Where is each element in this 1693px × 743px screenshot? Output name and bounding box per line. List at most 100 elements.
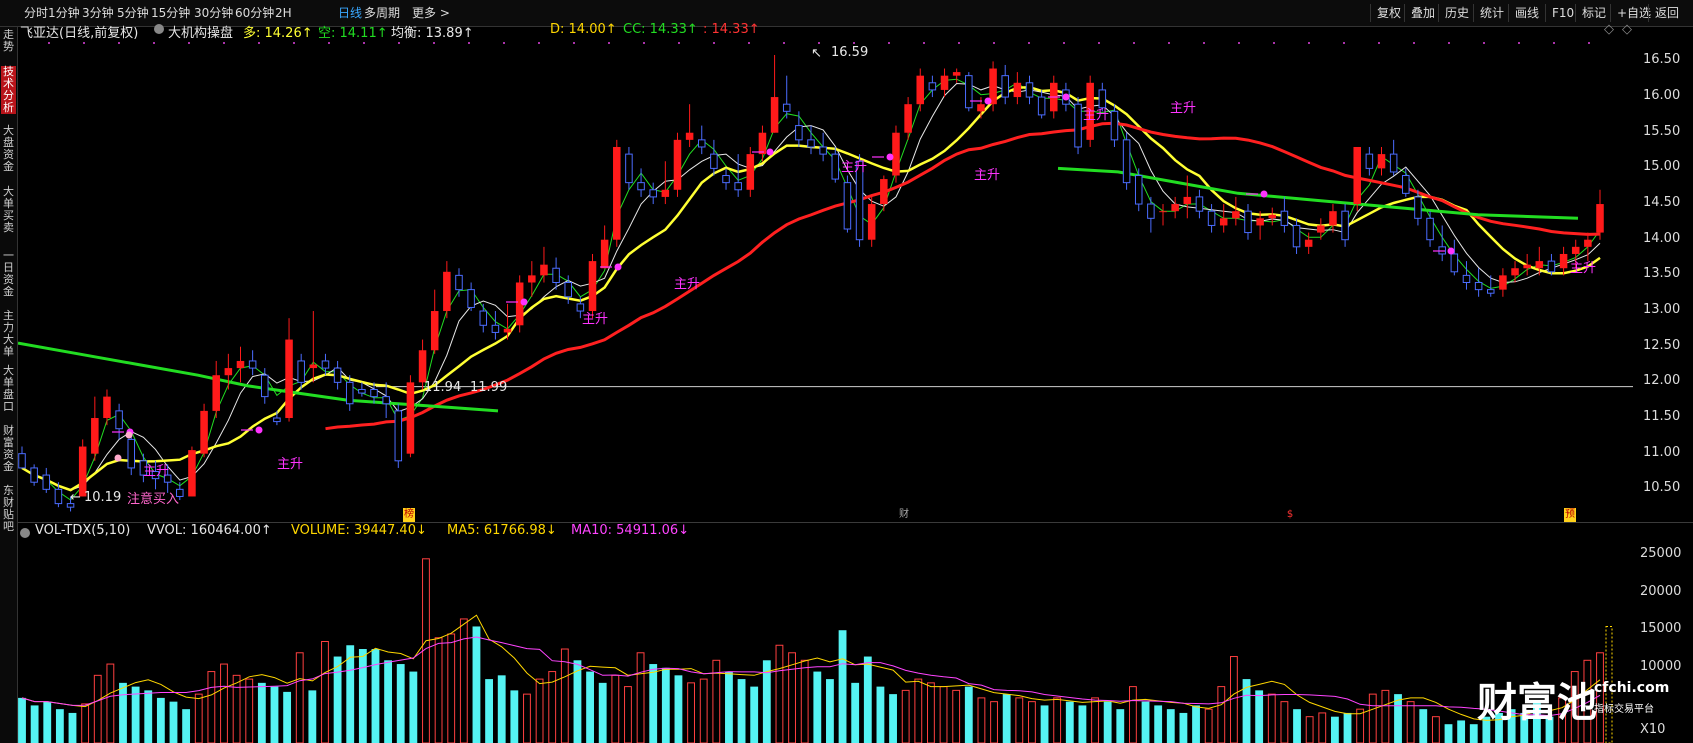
timeframe-6[interactable]: 60分钟 [235, 4, 274, 22]
volume-tick-label: 25000 [1640, 546, 1682, 562]
event-marker[interactable]: 财 [898, 508, 910, 522]
candle-body [952, 72, 961, 76]
sidebar-item-3[interactable]: 大单买卖 [1, 186, 16, 234]
event-marker[interactable]: 预 [1564, 508, 1576, 522]
signal-label: 主升 [841, 160, 868, 175]
sidebar-item-5[interactable]: 主力大单 [1, 310, 16, 358]
timeframe-5[interactable]: 30分钟 [194, 4, 233, 22]
event-marker[interactable]: $ [1284, 508, 1296, 522]
toolbar-button-1[interactable]: 叠加 [1404, 4, 1441, 22]
volume-bar [1065, 701, 1074, 743]
top-dot [818, 42, 820, 44]
cc-value: CC: 14.33↑ [623, 22, 698, 37]
toolbar-button-2[interactable]: 历史 [1438, 4, 1475, 22]
level-right-label: 11.99 [470, 380, 508, 395]
timeframe-4[interactable]: 15分钟 [151, 4, 190, 22]
top-dot [433, 42, 435, 44]
top-dot [1133, 42, 1135, 44]
toolbar-button-6[interactable]: 标记 [1575, 4, 1612, 22]
candle-body [200, 410, 208, 454]
top-dot [48, 42, 50, 44]
vol-indicator-name[interactable]: VOL-TDX(5,10) [35, 523, 130, 538]
volume-bar [1406, 701, 1415, 743]
sidebar-item-8[interactable]: 东财贴吧 [1, 485, 16, 533]
watermark-sub: 指标交易平台 [1594, 704, 1654, 715]
candle-body [1511, 268, 1519, 276]
candle-body [1389, 153, 1398, 173]
candle-body [1013, 82, 1022, 98]
collapse-icon[interactable]: ◇ [1622, 22, 1632, 37]
timeframe-10[interactable]: 更多 > [412, 4, 450, 22]
candle-body [685, 132, 694, 140]
indicator-toggle-icon[interactable] [154, 24, 164, 34]
candle-body [115, 410, 123, 430]
buy-dot [114, 454, 122, 462]
sidebar-item-7[interactable]: 财富资金 [1, 425, 16, 473]
toolbar-button-4[interactable]: 画线 [1508, 4, 1545, 22]
toolbar-button-8[interactable]: 返回 [1648, 4, 1685, 22]
candle-body [1365, 153, 1374, 169]
signal-label: 主升 [143, 464, 170, 479]
sidebar-item-1[interactable]: 技术分析 [1, 66, 16, 114]
watermark-url: cfchi.com [1594, 680, 1670, 696]
top-dot [1413, 42, 1415, 44]
volume-bar [1128, 686, 1137, 743]
candle-body [710, 153, 718, 169]
timeframe-7[interactable]: 2H [275, 4, 292, 22]
top-dot [258, 42, 260, 44]
candle-body [528, 275, 536, 283]
top-dot [1203, 42, 1205, 44]
d-value: D: 14.00↑ [550, 22, 617, 37]
signal-dot [1062, 93, 1070, 101]
top-dot [958, 42, 960, 44]
timeframe-8[interactable]: 日线 [338, 4, 362, 22]
volume-bar [990, 701, 998, 743]
timeframe-2[interactable]: 3分钟 [82, 4, 114, 22]
candle-body [661, 189, 670, 197]
timeframe-3[interactable]: 5分钟 [117, 4, 149, 22]
timeframe-1[interactable]: 1分钟 [48, 4, 80, 22]
top-dot [1553, 42, 1555, 44]
timeframe-9[interactable]: 多周期 [364, 4, 400, 22]
candle-body [1001, 75, 1009, 98]
low-label: 10.19 [84, 490, 122, 505]
sidebar-item-4[interactable]: 一日资金 [1, 250, 16, 298]
top-dot [643, 42, 645, 44]
candle-body [1584, 239, 1592, 247]
toolbar-button-0[interactable]: 复权 [1370, 4, 1407, 22]
vol-toggle-icon[interactable] [20, 528, 30, 538]
volume-bar [1103, 701, 1112, 743]
candle-body [297, 360, 305, 383]
volume-bar [863, 656, 872, 743]
volume-bar [1002, 694, 1011, 743]
candle-body [807, 139, 815, 148]
volume-bar [68, 712, 77, 743]
volume-bar [1154, 705, 1163, 743]
candle-body [564, 282, 572, 298]
timeframe-0[interactable]: 分时 [24, 4, 48, 22]
event-marker[interactable]: 榜 [403, 508, 415, 522]
volume-bar [977, 697, 986, 743]
diamond-icon[interactable]: ◇ [1604, 22, 1614, 37]
sidebar-item-2[interactable]: 大盘资金 [1, 125, 16, 173]
volume-bar [245, 678, 254, 743]
sidebar-item-6[interactable]: 大单盘口 [1, 365, 16, 413]
volume-bar [1267, 693, 1276, 743]
candle-body [552, 267, 560, 283]
volume-bar [1457, 720, 1466, 743]
candle-body [1499, 275, 1507, 290]
volume-bar [510, 690, 519, 743]
candle-body [212, 375, 220, 411]
volume-bar [1330, 716, 1339, 743]
candle-body [103, 396, 111, 419]
top-dot [1588, 42, 1590, 44]
volume-bar [800, 659, 809, 743]
indicator-name[interactable]: 大机构操盘 [168, 22, 233, 41]
volume-bar [169, 701, 178, 743]
candle-body [1304, 239, 1313, 247]
volume-bar [409, 671, 418, 743]
top-dot [993, 42, 995, 44]
toolbar-button-3[interactable]: 统计 [1473, 4, 1510, 22]
top-dot [328, 42, 330, 44]
volume-bar [624, 686, 632, 743]
